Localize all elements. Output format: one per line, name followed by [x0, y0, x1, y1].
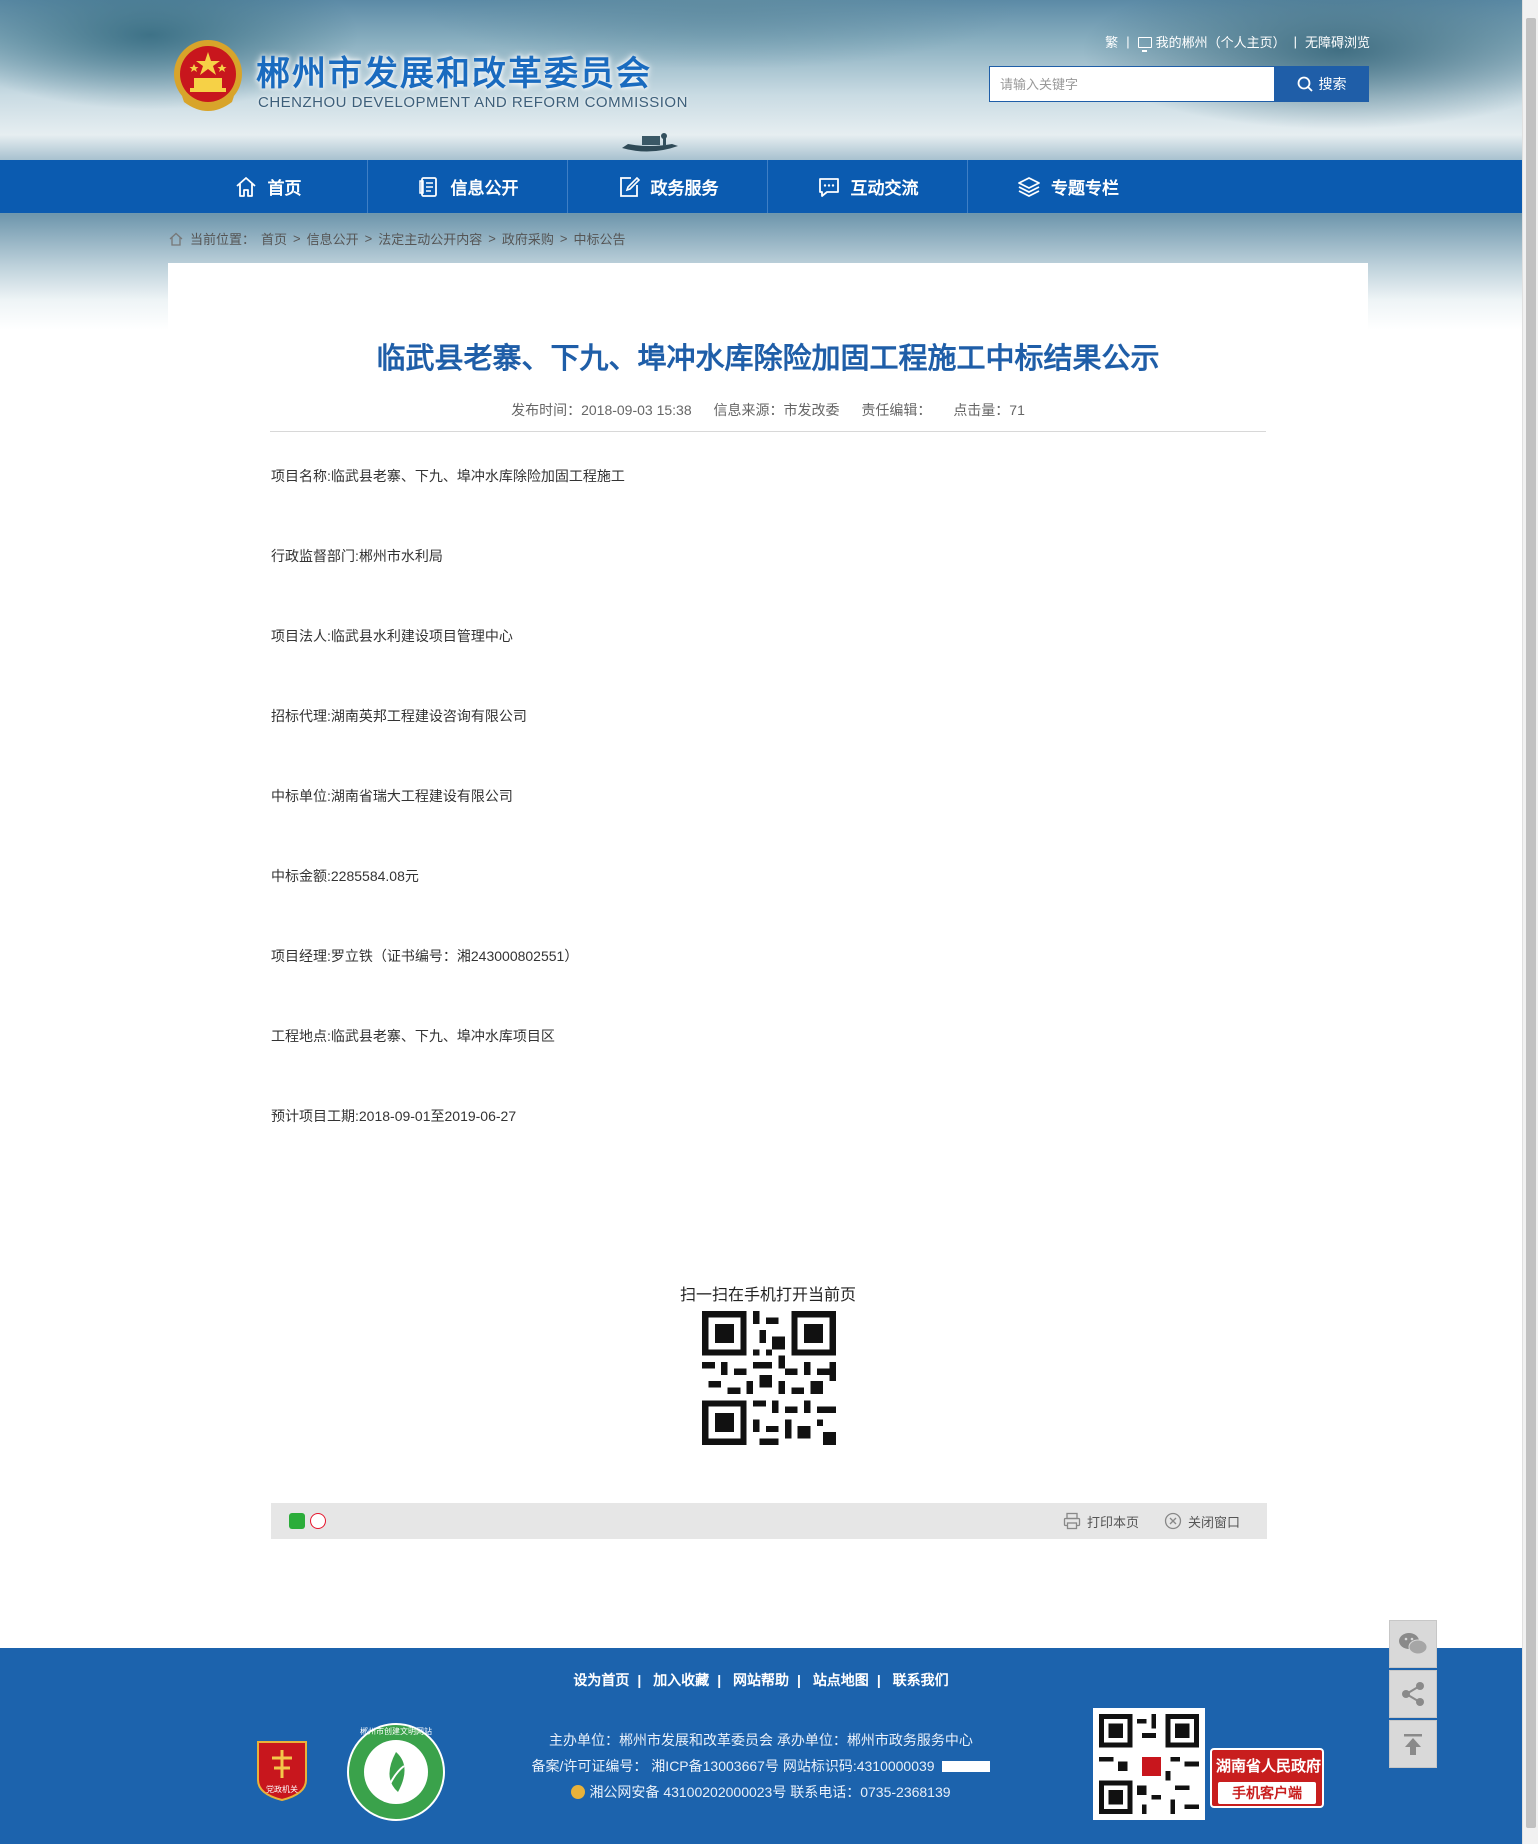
search-box: 搜索 [989, 66, 1369, 102]
search-button-label: 搜索 [1318, 76, 1347, 92]
police-text[interactable]: 湘公网安备 43100202000023号 联系电话：0735-2368139 [589, 1784, 950, 1800]
breadcrumb-item[interactable]: 首页 [261, 229, 287, 248]
footer-qr-code-icon [1093, 1708, 1205, 1820]
breadcrumb-separator: > [293, 231, 301, 246]
hill-decoration [1080, 0, 1522, 130]
article-line: 招标代理:湖南英邦工程建设咨询有限公司 [271, 708, 527, 724]
article-container: 临武县老寨、下九、埠冲水库除险加固工程施工中标结果公示 发布时间：2018-09… [168, 263, 1368, 1648]
info-source: 信息来源：市发改委 [713, 402, 840, 418]
breadcrumb: 当前位置： 首页 > 信息公开 > 法定主动公开内容 > 政府采购 > 中标公告 [168, 229, 625, 248]
divider [270, 431, 1266, 432]
traditional-chinese-link[interactable]: 繁 [1105, 32, 1118, 51]
icp-text[interactable]: 备案/许可证编号： 湘ICP备13003667号 网站标识码:431000003… [532, 1758, 935, 1774]
printer-icon [1063, 1512, 1081, 1530]
hunan-gov-app-badge[interactable]: 湖南省人民政府 手机客户端 [1210, 1748, 1324, 1808]
top-links: 繁 | 我的郴州（个人主页） | 无障碍浏览 [1105, 32, 1370, 52]
nav-item-home[interactable]: 首页 [168, 160, 368, 213]
nav-item-special-topics[interactable]: 专题专栏 [968, 160, 1168, 213]
hit-count: 点击量：71 [953, 402, 1025, 418]
article-line: 项目名称:临武县老寨、下九、埠冲水库除险加固工程施工 [271, 468, 625, 484]
footer-link-favorites[interactable]: 加入收藏 [653, 1672, 709, 1688]
nav-label: 专题专栏 [1051, 179, 1119, 198]
close-window-button[interactable]: 关闭窗口 [1164, 1503, 1240, 1539]
scrollbar-thumb[interactable] [1526, 18, 1536, 1828]
nav-label: 信息公开 [450, 179, 519, 198]
article-line: 工程地点:临武县老寨、下九、埠冲水库项目区 [271, 1028, 555, 1044]
national-emblem-icon [174, 40, 242, 111]
breadcrumb-prefix: 当前位置： [190, 232, 256, 247]
footer-links: 设为首页 | 加入收藏 | 网站帮助 | 站点地图 | 联系我们 [573, 1672, 949, 1688]
chat-icon [818, 177, 839, 197]
layers-icon [1018, 176, 1040, 197]
nav-label: 互动交流 [850, 179, 919, 198]
breadcrumb-item[interactable]: 信息公开 [307, 229, 359, 248]
arrow-up-icon [1404, 1734, 1422, 1755]
monitor-icon [1137, 37, 1152, 52]
article-line: 项目经理:罗立铁（证书编号：湘243000802551） [271, 948, 579, 964]
footer-link-contact[interactable]: 联系我们 [893, 1672, 949, 1688]
nav-label: 政务服务 [650, 179, 719, 198]
accessible-browsing-link[interactable]: 无障碍浏览 [1305, 32, 1370, 51]
nav-label: 首页 [267, 179, 302, 198]
hunan-gov-line2: 手机客户端 [1218, 1782, 1316, 1804]
site-id-icon [942, 1761, 991, 1772]
footer: 设为首页 | 加入收藏 | 网站帮助 | 站点地图 | 联系我们 党政机关 郴州市创建文… [0, 1648, 1522, 1844]
nav-item-interaction[interactable]: 互动交流 [768, 160, 968, 213]
nav-item-info-disclosure[interactable]: 信息公开 [368, 160, 568, 213]
search-icon [1297, 76, 1313, 92]
article-line: 项目法人:临武县水利建设项目管理中心 [271, 628, 513, 644]
footer-sponsor: 主办单位：郴州市发展和改革委员会 承办单位：郴州市政务服务中心 [549, 1732, 973, 1748]
print-label: 打印本页 [1087, 1514, 1140, 1530]
separator: | [1126, 34, 1130, 49]
article-body: 项目名称:临武县老寨、下九、埠冲水库除险加固工程施工 行政监督部门:郴州市水利局… [271, 466, 1267, 1186]
nav-item-gov-services[interactable]: 政务服务 [568, 160, 768, 213]
breadcrumb-separator: > [364, 231, 373, 246]
article-line: 行政监督部门:郴州市水利局 [271, 548, 443, 564]
qr-caption: 扫一扫在手机打开当前页 [679, 1287, 856, 1304]
qr-code-icon [702, 1311, 836, 1445]
breadcrumb-item[interactable]: 政府采购 [502, 229, 554, 248]
floating-share-button[interactable] [1389, 1670, 1437, 1718]
breadcrumb-item[interactable]: 中标公告 [573, 229, 625, 248]
editor: 责任编辑： [861, 402, 932, 418]
separator: | [1293, 34, 1297, 49]
article-line: 中标单位:湖南省瑞大工程建设有限公司 [271, 788, 513, 804]
article-line: 预计项目工期:2018-09-01至2019-06-27 [271, 1108, 517, 1124]
footer-link-sitemap[interactable]: 站点地图 [813, 1672, 869, 1688]
wechat-share-icon[interactable] [289, 1513, 305, 1529]
my-chenzhou-link[interactable]: 我的郴州（个人主页） [1137, 32, 1286, 52]
share-icon [1402, 1682, 1424, 1706]
site-subtitle: CHENZHOU DEVELOPMENT AND REFORM COMMISSI… [258, 94, 688, 111]
close-window-label: 关闭窗口 [1188, 1514, 1241, 1530]
breadcrumb-separator: > [559, 231, 568, 246]
home-icon [169, 232, 183, 246]
main-nav: 首页 信息公开 政务服务 互动交流 专题专栏 [0, 160, 1522, 213]
search-input[interactable] [989, 66, 1274, 102]
close-icon [1164, 1512, 1182, 1530]
footer-link-set-home[interactable]: 设为首页 [573, 1672, 629, 1688]
article-title: 临武县老寨、下九、埠冲水库除险加固工程施工中标结果公示 [376, 341, 1160, 375]
publish-time: 发布时间：2018-09-03 15:38 [511, 402, 692, 418]
page-scrollbar[interactable] [1522, 0, 1538, 1844]
my-chenzhou-label: 我的郴州（个人主页） [1155, 35, 1286, 50]
hunan-gov-line1: 湖南省人民政府 [1216, 1758, 1322, 1775]
article-meta: 发布时间：2018-09-03 15:38 信息来源：市发改委 责任编辑： 点击… [168, 400, 1368, 420]
search-button[interactable]: 搜索 [1274, 66, 1369, 102]
breadcrumb-item[interactable]: 法定主动公开内容 [378, 229, 482, 248]
back-to-top-button[interactable] [1389, 1720, 1437, 1768]
document-icon [418, 176, 437, 197]
article-line: 中标金额:2285584.08元 [271, 868, 419, 884]
home-icon [235, 176, 256, 197]
wechat-icon [1399, 1633, 1428, 1655]
share-bar: 打印本页 关闭窗口 [271, 1503, 1267, 1539]
breadcrumb-separator: > [488, 231, 496, 246]
boat-decoration [622, 133, 678, 152]
police-badge-icon [571, 1785, 586, 1799]
weibo-share-icon[interactable] [310, 1513, 326, 1529]
print-button[interactable]: 打印本页 [1063, 1503, 1139, 1539]
footer-link-help[interactable]: 网站帮助 [733, 1672, 789, 1688]
edit-icon [619, 176, 640, 197]
site-title[interactable]: 郴州市发展和改革委员会 [256, 46, 652, 95]
floating-wechat-button[interactable] [1389, 1620, 1437, 1668]
